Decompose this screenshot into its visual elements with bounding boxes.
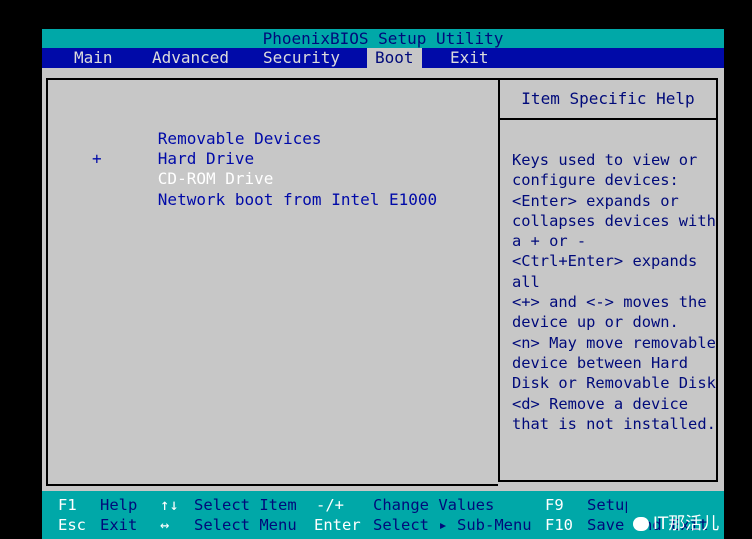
help-text: Keys used to view or configure devices: … [512, 151, 716, 433]
boot-item-network-boot[interactable]: Network boot from Intel E1000 [100, 170, 437, 230]
help-pane: Item Specific Help Keys used to view or … [498, 78, 718, 482]
left-right-arrows-icon: ↔ [160, 516, 170, 534]
exit-hint: Exit [100, 516, 138, 534]
tab-main[interactable]: Main [66, 48, 121, 68]
tab-security[interactable]: Security [255, 48, 348, 68]
tab-exit[interactable]: Exit [442, 48, 497, 68]
select-submenu-hint: Select ▸ Sub-Menu [373, 516, 532, 534]
key-f1: F1 [58, 496, 77, 514]
setup-panel: Removable Devices + Hard Drive CD-ROM Dri… [42, 68, 724, 491]
key-enter: Enter [314, 516, 361, 534]
setup-defaults-hint: Setup Defaults [587, 496, 627, 514]
key-f10: F10 [545, 516, 573, 534]
window-title: PhoenixBIOS Setup Utility [42, 29, 724, 48]
boot-item-label: Network boot from Intel E1000 [157, 190, 438, 209]
chat-bubble-icon [632, 517, 649, 531]
key-esc: Esc [58, 516, 86, 534]
watermark-text: IT那活儿 [652, 514, 720, 534]
key-f9: F9 [545, 496, 564, 514]
select-menu-hint: Select Menu [194, 516, 297, 534]
help-title: Item Specific Help [500, 80, 716, 120]
watermark: IT那活儿 [622, 494, 719, 534]
tab-boot[interactable]: Boot [367, 48, 422, 68]
menu-bar: Main Advanced Security Boot Exit [42, 48, 724, 68]
boot-order-pane: Removable Devices + Hard Drive CD-ROM Dri… [46, 78, 498, 486]
select-item-hint: Select Item [194, 496, 297, 514]
key-minus-plus: -/+ [316, 496, 344, 514]
tab-advanced[interactable]: Advanced [144, 48, 237, 68]
change-values-hint: Change Values [373, 496, 495, 514]
help-hint: Help [100, 496, 138, 514]
up-down-arrows-icon: ↑↓ [160, 496, 179, 514]
